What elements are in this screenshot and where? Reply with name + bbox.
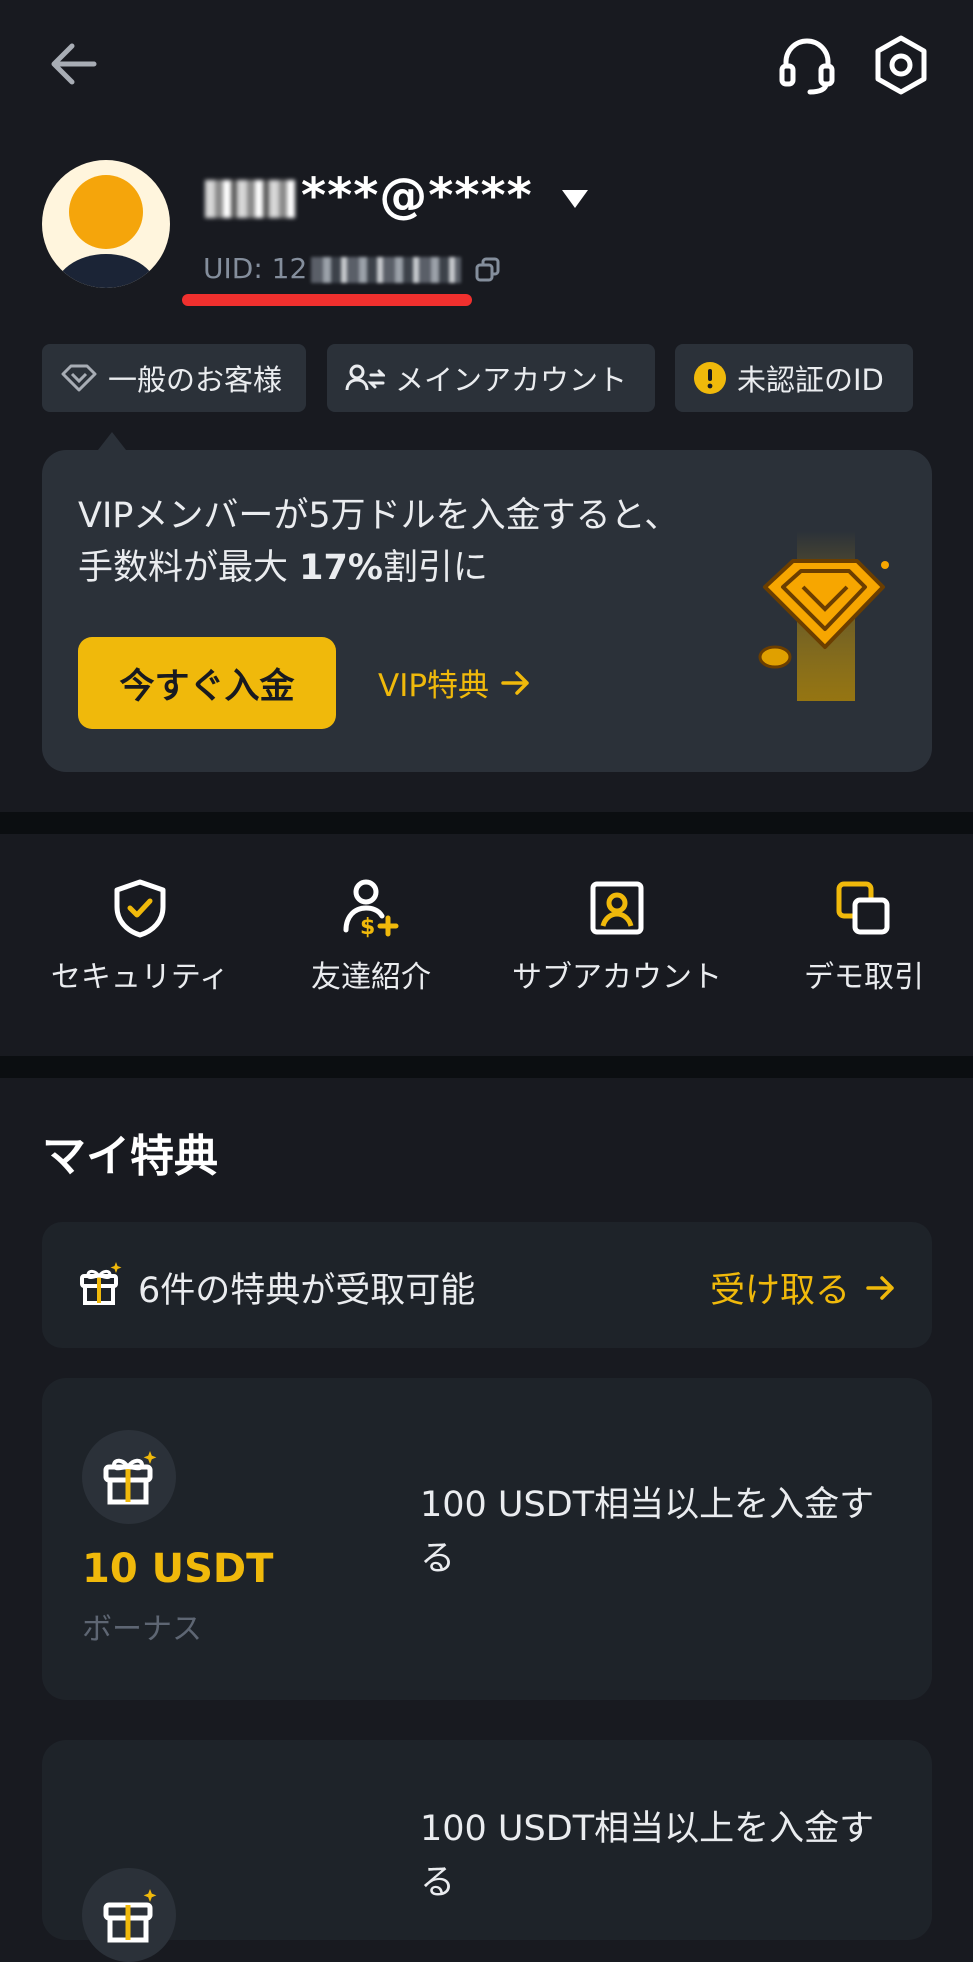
chip-label: メインアカウント	[395, 363, 628, 397]
quick-action-referral[interactable]: $ 友達紹介	[251, 878, 491, 996]
support-button[interactable]	[776, 34, 838, 96]
quick-action-security[interactable]: セキュリティ	[20, 878, 260, 996]
headset-icon	[779, 38, 835, 95]
claimable-rewards-text: 6件の特典が受取可能	[138, 1271, 476, 1311]
vip-benefits-link[interactable]: VIP特典	[378, 660, 533, 705]
reward-condition: 100 USDT相当以上を入金す る	[420, 1809, 875, 1903]
vip-line-1: VIPメンバーが5万ドルを入金すると、	[78, 496, 680, 536]
copy-icon[interactable]	[474, 256, 502, 284]
section-title: マイ特典	[42, 1131, 218, 1182]
account-email[interactable]: ***@****	[205, 168, 590, 224]
email-text: ***@****	[301, 168, 533, 224]
claim-link-label: 受け取る	[710, 1271, 851, 1311]
arrow-right-icon	[866, 1275, 894, 1300]
arrow-left-icon	[51, 43, 97, 85]
uid-label: UID: 12	[203, 252, 308, 285]
chip-vip-level[interactable]: 一般のお客様	[42, 344, 306, 412]
chip-label: 未認証のID	[737, 363, 884, 397]
quick-action-demo-trading[interactable]: デモ取引	[744, 878, 973, 996]
chip-label: 一般のお客様	[108, 363, 283, 397]
reward-amount: 10 USDT	[82, 1546, 274, 1592]
card-pointer	[98, 432, 126, 450]
vip-line-2: 手数料が最大 17%割引に	[78, 548, 488, 588]
settings-button[interactable]	[870, 34, 932, 96]
caret-down-icon	[562, 190, 589, 208]
reward-gift-icon	[82, 1430, 176, 1524]
warning-icon	[693, 361, 727, 395]
chip-main-account[interactable]: メインアカウント	[327, 344, 655, 412]
masked-uid	[311, 257, 462, 283]
reward-condition: 100 USDT相当以上を入金す る	[420, 1485, 875, 1579]
referral-icon: $	[251, 878, 491, 938]
quick-action-label: サブアカウント	[512, 960, 722, 995]
diamond-icon	[60, 363, 98, 393]
reward-gift-icon	[82, 1868, 176, 1962]
avatar[interactable]	[42, 160, 170, 288]
gift-icon	[78, 1260, 122, 1306]
arrow-right-icon	[501, 670, 529, 695]
demo-trading-icon	[744, 878, 973, 938]
back-button[interactable]	[46, 36, 102, 92]
section-divider	[0, 1056, 973, 1078]
section-divider	[0, 812, 973, 834]
svg-text:$: $	[360, 915, 375, 938]
quick-action-label: デモ取引	[804, 960, 924, 995]
account-switch-icon	[345, 363, 385, 393]
chip-unverified-id[interactable]: 未認証のID	[675, 344, 913, 412]
quick-action-label: セキュリティ	[50, 960, 230, 995]
reward-type: ボーナス	[82, 1612, 202, 1647]
masked-email-prefix	[205, 180, 295, 218]
quick-action-sub-account[interactable]: サブアカウント	[497, 878, 737, 996]
vip-link-label: VIP特典	[378, 668, 490, 704]
quick-action-label: 友達紹介	[311, 960, 431, 995]
deposit-now-button[interactable]: 今すぐ入金	[78, 637, 336, 729]
vip-promo-text: VIPメンバーが5万ドルを入金すると、 手数料が最大 17%割引に	[78, 490, 698, 594]
vip-diamond-illustration	[755, 525, 905, 705]
hexagon-gear-icon	[875, 35, 927, 95]
sub-account-icon	[497, 878, 737, 938]
highlight-underline	[182, 294, 472, 306]
claim-link[interactable]: 受け取る	[710, 1262, 898, 1313]
uid-row: UID: 12	[203, 252, 502, 285]
shield-check-icon	[20, 878, 260, 938]
